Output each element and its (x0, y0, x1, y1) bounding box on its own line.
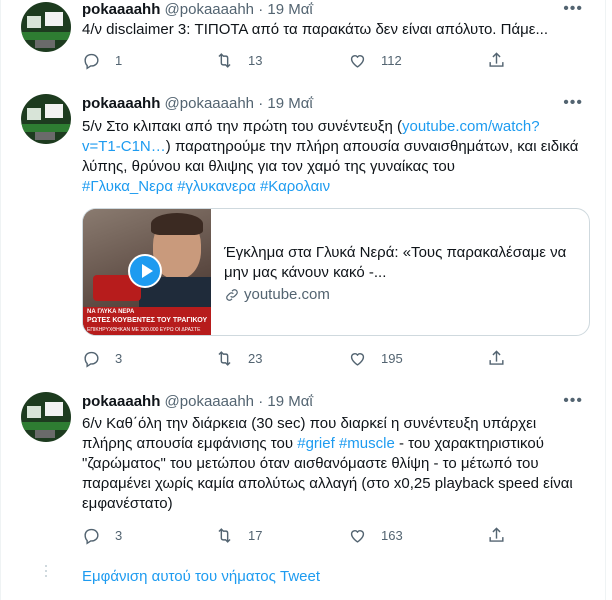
text-segment: εμφανέστατο) (82, 495, 173, 512)
play-icon[interactable] (128, 254, 162, 288)
text-segment: - του χαρακτηριστικού (394, 435, 544, 452)
display-name[interactable]: pokaaaahh (82, 1, 160, 18)
retweet-button[interactable]: 23 (215, 349, 262, 368)
tweet-actions: 1 13 112 (82, 51, 542, 71)
separator-dot: · (258, 393, 264, 410)
reply-count: 1 (115, 53, 123, 68)
hashtag-link[interactable]: #Γλυκα_Νερα (82, 178, 173, 195)
retweet-icon (218, 528, 231, 543)
separator-dot: · (258, 1, 264, 18)
text-segment: ) παρατηρούμε την πλήρη απουσία συναισθη… (165, 138, 579, 155)
display-name[interactable]: pokaaaahh (82, 95, 160, 112)
share-icon (489, 350, 504, 365)
avatar[interactable] (21, 94, 71, 144)
user-handle[interactable]: @pokaaaahh (165, 393, 254, 410)
hashtag-link[interactable]: #muscle (339, 435, 395, 452)
text-segment: πλήρης απουσία εμφάνισης του (82, 435, 298, 452)
tweet-date[interactable]: 19 Μαΐ (267, 393, 312, 410)
like-count: 195 (381, 351, 403, 366)
separator-dot: · (258, 95, 264, 112)
tweet-actions: 3 17 163 (82, 526, 542, 546)
avatar[interactable] (21, 2, 71, 52)
thumbnail-caption-top: ΝΑ ΓΛΥΚΑ ΝΕΡΑ (87, 309, 135, 315)
card-domain: youtube.com (224, 285, 330, 305)
tweet-actions: 3 23 195 (82, 349, 542, 369)
tweet-text: 5/ν Στο κλιπακι από την πρώτη του συνέντ… (82, 117, 592, 197)
like-count: 163 (381, 528, 403, 543)
hashtag-link[interactable]: #γλυκανερα (177, 178, 256, 195)
reply-count: 3 (115, 528, 123, 543)
tweet-date[interactable]: 19 Μαΐ (267, 95, 312, 112)
like-button[interactable]: 195 (348, 349, 403, 368)
text-segment: παραμένει χωρίς καμία απολύτως αλλαγή (σ… (82, 475, 573, 492)
tweet-6[interactable]: pokaaaahh @pokaaaahh · 19 Μαΐ ••• 6/ν Κα… (1, 388, 605, 563)
text-segment: 6/ν Καθ΄όλη την διάρκεια (30 sec) που δι… (82, 415, 537, 432)
retweet-button[interactable]: 13 (215, 51, 262, 70)
reply-button[interactable]: 3 (82, 349, 122, 368)
display-name[interactable]: pokaaaahh (82, 393, 160, 410)
reply-count: 3 (115, 351, 123, 366)
more-options-icon[interactable]: ••• (563, 94, 583, 112)
retweet-icon (218, 53, 231, 68)
text-segment: λύπης, θρύνου και θλιψης για τον χαμό τη… (82, 158, 455, 175)
hashtag-link[interactable]: #grief (297, 435, 335, 452)
timeline: pokaaaahh @pokaaaahh · 19 Μαΐ ••• 4/ν di… (0, 0, 606, 600)
more-options-icon[interactable]: ••• (563, 392, 583, 410)
youtube-link-cont[interactable]: v=T1-C1N… (82, 138, 166, 155)
like-count: 112 (381, 53, 402, 68)
tweet-4[interactable]: pokaaaahh @pokaaaahh · 19 Μαΐ ••• 4/ν di… (1, 0, 605, 80)
like-button[interactable]: 112 (348, 51, 402, 70)
retweet-icon (218, 351, 231, 366)
card-title: Έγκλημα στα Γλυκά Νερά: «Τους παρακαλέσα… (224, 244, 567, 281)
share-icon (489, 527, 504, 542)
avatar[interactable] (21, 392, 71, 442)
reply-icon (84, 53, 99, 70)
user-handle[interactable]: @pokaaaahh (165, 1, 254, 18)
thread-connector (45, 565, 48, 580)
link-icon (226, 289, 238, 301)
card-domain-text: youtube.com (244, 286, 330, 303)
show-thread-link[interactable]: Εμφάνιση αυτού του νήματος Tweet (82, 567, 320, 587)
thumbnail-caption-main: ΡΩΤΕΣ ΚΟΥΒΕΝΤΕΣ ΤΟΥ ΤΡΑΓΙΚΟΥ (87, 317, 208, 324)
tweet-header: pokaaaahh @pokaaaahh · 19 Μαΐ (82, 0, 313, 20)
text-segment: "ζαρώματος" του μετώπου όταν αισθανόμαστ… (82, 455, 539, 472)
share-button[interactable] (487, 526, 520, 545)
reply-icon (84, 528, 99, 545)
tweet-header: pokaaaahh @pokaaaahh · 19 Μαΐ (82, 94, 313, 114)
tweet-5[interactable]: pokaaaahh @pokaaaahh · 19 Μαΐ ••• 5/ν Στ… (1, 90, 605, 380)
youtube-link[interactable]: youtube.com/watch? (402, 118, 540, 135)
tweet-text: 6/ν Καθ΄όλη την διάρκεια (30 sec) που δι… (82, 414, 592, 514)
reply-button[interactable]: 1 (82, 51, 122, 70)
more-options-icon[interactable]: ••• (563, 0, 583, 18)
video-thumbnail[interactable]: ΝΑ ΓΛΥΚΑ ΝΕΡΑ ΡΩΤΕΣ ΚΟΥΒΕΝΤΕΣ ΤΟΥ ΤΡΑΓΙΚ… (83, 209, 211, 335)
text-segment: 5/ν Στο κλιπακι από την πρώτη του συνέντ… (82, 118, 402, 135)
hashtag-link[interactable]: #Καρολαιν (260, 178, 330, 195)
like-button[interactable]: 163 (348, 526, 403, 545)
user-handle[interactable]: @pokaaaahh (165, 95, 254, 112)
reply-icon (84, 351, 99, 368)
thumbnail-caption-bottom: ΕΠΙΚΗΡΥΧΘΗΚΑΝ ΜΕ 300.000 ΕΥΡΩ ΟΙ ΔΡΑΣΤΕ (87, 327, 201, 333)
like-icon (350, 530, 365, 543)
tweet-header: pokaaaahh @pokaaaahh · 19 Μαΐ (82, 392, 313, 412)
like-icon (350, 55, 365, 68)
retweet-count: 23 (248, 351, 263, 366)
retweet-count: 17 (248, 528, 263, 543)
tweet-date[interactable]: 19 Μαΐ (267, 1, 312, 18)
reply-button[interactable]: 3 (82, 526, 122, 545)
link-preview-card[interactable]: ΝΑ ΓΛΥΚΑ ΝΕΡΑ ΡΩΤΕΣ ΚΟΥΒΕΝΤΕΣ ΤΟΥ ΤΡΑΓΙΚ… (82, 208, 590, 336)
retweet-count: 13 (248, 53, 263, 68)
like-icon (350, 353, 365, 366)
tweet-text: 4/ν disclaimer 3: ΤΙΠΟΤΑ από τα παρακάτω… (82, 21, 548, 38)
share-button[interactable] (487, 51, 520, 70)
share-button[interactable] (487, 349, 520, 368)
retweet-button[interactable]: 17 (215, 526, 262, 545)
share-icon (489, 52, 504, 67)
